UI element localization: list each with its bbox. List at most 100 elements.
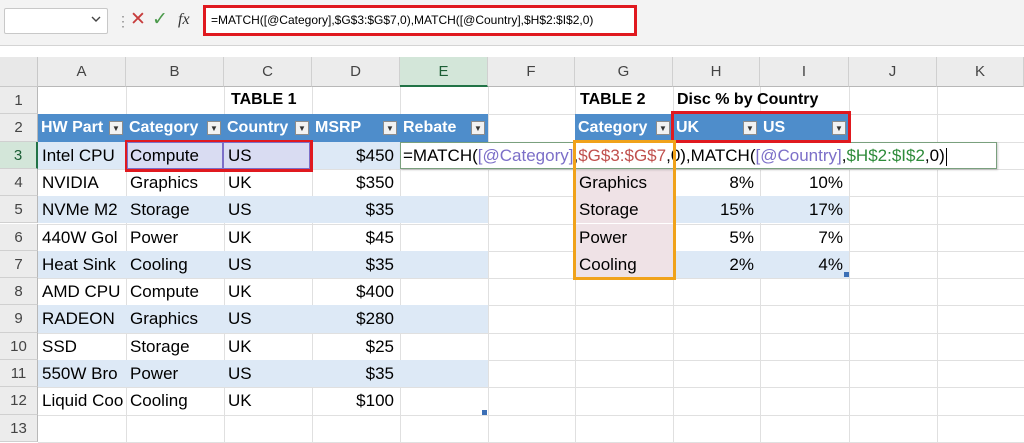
table1-cell[interactable]: 440W Gol — [38, 224, 126, 251]
row-header-12[interactable]: 12 — [0, 387, 38, 415]
table2-cell[interactable]: 15% — [673, 196, 760, 223]
row-header-7[interactable]: 7 — [0, 250, 38, 279]
table2-cell[interactable]: 5% — [673, 224, 760, 251]
table2-title: TABLE 2 — [580, 91, 646, 108]
table1-cell[interactable]: US — [224, 305, 312, 332]
table2-cell[interactable]: 10% — [760, 169, 849, 196]
table2-cell[interactable]: 2% — [673, 251, 760, 278]
row-header-2[interactable]: 2 — [0, 114, 38, 142]
table1-cell[interactable]: NVMe M2 — [38, 196, 126, 223]
table1-cell[interactable]: UK — [224, 278, 312, 305]
table1-cell[interactable]: US — [224, 360, 312, 387]
table1-cell[interactable]: Power — [126, 360, 224, 387]
insert-function-button[interactable]: fx — [178, 11, 190, 29]
table1-resize-handle[interactable] — [482, 410, 487, 415]
table1-cell[interactable]: UK — [224, 169, 312, 196]
table1-cell[interactable]: 550W Bro — [38, 360, 126, 387]
editor-text: ,0),MATCH( — [666, 146, 756, 165]
row-header-4[interactable]: 4 — [0, 168, 38, 197]
table1-cell[interactable]: Liquid Coo — [38, 387, 126, 414]
cell-editor[interactable]: =MATCH([@Category],$G$3:$G$7,0),MATCH([@… — [400, 142, 997, 169]
table1-cell[interactable]: $100 — [312, 387, 400, 414]
column-header-d[interactable]: D — [312, 57, 400, 87]
column-header-a[interactable]: A — [38, 57, 126, 87]
row-header-5[interactable]: 5 — [0, 196, 38, 224]
table1-cell[interactable]: Compute — [126, 278, 224, 305]
table1-cell[interactable]: Graphics — [126, 169, 224, 196]
formula-input[interactable]: =MATCH([@Category],$G$3:$G$7,0),MATCH([@… — [203, 5, 637, 36]
table1-cell[interactable]: UK — [224, 333, 312, 360]
table1-cell[interactable]: $350 — [312, 169, 400, 196]
table1-cell[interactable]: $400 — [312, 278, 400, 305]
table1-cell[interactable]: Storage — [126, 196, 224, 223]
editor-ref-h-range: $H$2:$I$2 — [846, 146, 925, 165]
cancel-icon[interactable]: ✕ — [130, 9, 146, 31]
table1-cell[interactable]: $35 — [312, 196, 400, 223]
column-header-f[interactable]: F — [488, 57, 575, 87]
filter-dropdown-icon[interactable]: ▼ — [207, 121, 221, 136]
row-header-13[interactable]: 13 — [0, 414, 38, 442]
table1-cell[interactable]: US — [224, 196, 312, 223]
table1-cell[interactable]: $45 — [312, 224, 400, 251]
table2-resize-handle[interactable] — [844, 272, 849, 277]
highlight-g3-g7 — [573, 140, 676, 280]
filter-dropdown-icon[interactable]: ▼ — [383, 121, 397, 136]
table1-cell[interactable]: $280 — [312, 305, 400, 332]
column-header-b[interactable]: B — [126, 57, 224, 87]
table2-cell[interactable]: 17% — [760, 196, 849, 223]
filter-dropdown-icon[interactable]: ▼ — [471, 121, 485, 136]
row-header-8[interactable]: 8 — [0, 278, 38, 306]
column-header-k[interactable]: K — [937, 57, 1024, 87]
column-header-e[interactable]: E — [400, 57, 488, 87]
filter-dropdown-icon[interactable]: ▼ — [109, 121, 123, 136]
row-header-10[interactable]: 10 — [0, 332, 38, 360]
editor-ref-category: [@Category] — [477, 146, 574, 165]
text-cursor — [945, 147, 947, 166]
enter-icon[interactable]: ✓ — [152, 9, 168, 31]
table2-cell[interactable]: 7% — [760, 224, 849, 251]
formula-bar: ⋮ ✕ ✓ fx =MATCH([@Category],$G$3:$G$7,0)… — [0, 0, 1024, 46]
table1-cell[interactable]: SSD — [38, 333, 126, 360]
ref-border-category — [127, 142, 223, 169]
table2-cell[interactable]: 8% — [673, 169, 760, 196]
table1-cell[interactable]: UK — [224, 387, 312, 414]
name-box[interactable] — [4, 8, 108, 34]
table1-cell[interactable]: RADEON — [38, 305, 126, 332]
table1-cell[interactable]: Heat Sink — [38, 251, 126, 278]
table2-subtitle: Disc % by Country — [677, 91, 819, 108]
column-header-i[interactable]: I — [760, 57, 849, 87]
table2-cell[interactable]: 4% — [760, 251, 849, 278]
table1-cell[interactable]: Power — [126, 224, 224, 251]
editor-text: =MATCH( — [403, 146, 478, 165]
table1-cell[interactable]: $25 — [312, 333, 400, 360]
editor-text: ,0) — [924, 146, 945, 165]
table1-cell[interactable]: UK — [224, 224, 312, 251]
row-header-1[interactable]: 1 — [0, 87, 38, 115]
table1-cell[interactable]: Storage — [126, 333, 224, 360]
table1-cell[interactable]: AMD CPU — [38, 278, 126, 305]
table1-cell[interactable]: Cooling — [126, 251, 224, 278]
table1-cell[interactable]: US — [224, 251, 312, 278]
table1-cell[interactable]: $35 — [312, 251, 400, 278]
table1-cell[interactable]: $450 — [312, 142, 400, 169]
filter-dropdown-icon[interactable]: ▼ — [295, 121, 309, 136]
editor-ref-country: [@Country] — [755, 146, 842, 165]
row-header-6[interactable]: 6 — [0, 223, 38, 251]
chevron-down-icon[interactable] — [91, 12, 101, 29]
highlight-h2-i2 — [671, 111, 851, 143]
column-header-h[interactable]: H — [673, 57, 760, 87]
column-header-c[interactable]: C — [224, 57, 312, 87]
row-header-3[interactable]: 3 — [0, 141, 38, 169]
table1-cell[interactable]: NVIDIA — [38, 169, 126, 196]
table1-cell[interactable]: Graphics — [126, 305, 224, 332]
filter-dropdown-icon[interactable]: ▼ — [656, 121, 670, 136]
table1-cell[interactable]: Intel CPU — [38, 142, 126, 169]
row-header-11[interactable]: 11 — [0, 360, 38, 388]
row-header-9[interactable]: 9 — [0, 305, 38, 333]
table1-cell[interactable]: $35 — [312, 360, 400, 387]
table1-cell[interactable]: Cooling — [126, 387, 224, 414]
column-header-g[interactable]: G — [575, 57, 673, 87]
column-header-j[interactable]: J — [849, 57, 937, 87]
select-all-corner[interactable] — [0, 57, 38, 87]
more-options-icon[interactable]: ⋮ — [116, 11, 130, 31]
